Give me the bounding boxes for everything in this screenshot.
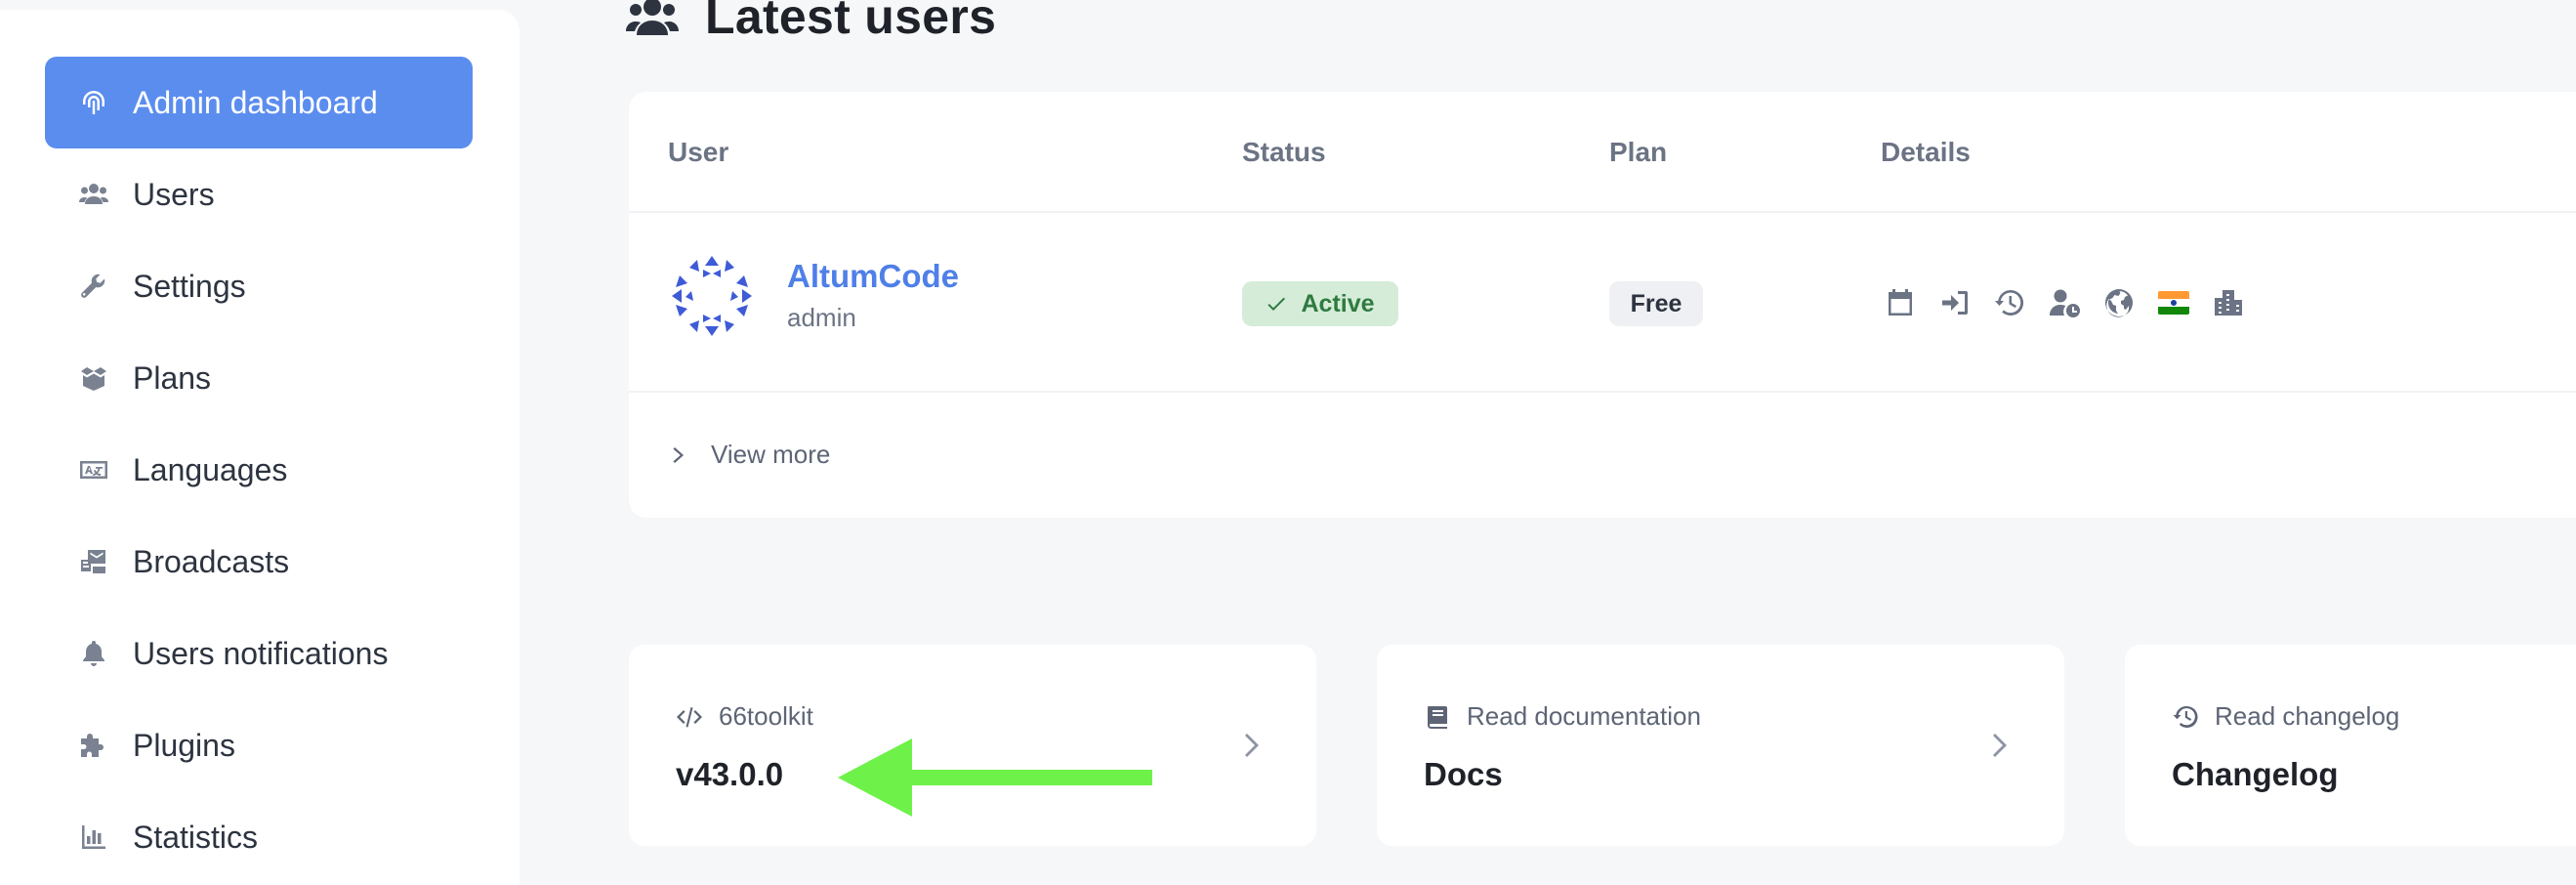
status-badge-label: Active (1301, 289, 1375, 317)
chart-icon (76, 820, 111, 855)
sidebar: Admin dashboard Users Settings Plans Lan… (0, 10, 519, 885)
language-icon (76, 452, 111, 487)
changelog-value: Changelog (2172, 756, 2339, 792)
broadcast-icon (76, 544, 111, 579)
user-name-link[interactable]: AltumCode (787, 258, 959, 295)
book-icon (1428, 705, 1447, 729)
row-divider (629, 391, 2576, 393)
history-icon[interactable] (1990, 283, 2029, 322)
fingerprint-icon (76, 85, 111, 120)
user-clock-icon[interactable] (2045, 283, 2084, 322)
sidebar-item-broadcasts[interactable]: Broadcasts (45, 516, 473, 608)
check-icon (1267, 297, 1286, 311)
documentation-value: Docs (1424, 756, 1503, 792)
chevron-right-icon (1992, 731, 2010, 760)
chevron-right-icon (673, 446, 684, 463)
sidebar-item-plugins[interactable]: Plugins (45, 699, 473, 791)
sidebar-item-label: Plugins (133, 727, 235, 763)
sidebar-item-label: Admin dashboard (133, 84, 378, 120)
sidebar-item-users-notifications[interactable]: Users notifications (45, 608, 473, 699)
sidebar-item-settings[interactable]: Settings (45, 240, 473, 332)
users-icon (626, 0, 679, 35)
sidebar-item-label: Languages (133, 451, 288, 487)
documentation-label: Read documentation (1467, 701, 1701, 731)
sidebar-item-label: Plans (133, 359, 212, 396)
sign-in-icon[interactable] (1935, 283, 1974, 322)
version-product-name: 66toolkit (719, 701, 813, 731)
user-details (1881, 281, 2264, 324)
sidebar-item-label: Statistics (133, 819, 259, 855)
page-header: Latest users (625, 0, 996, 51)
version-number: v43.0.0 (676, 756, 784, 792)
sidebar-item-admin-dashboard[interactable]: Admin dashboard (45, 57, 473, 148)
sidebar-item-label: Settings (133, 268, 246, 304)
column-header-details: Details (1881, 137, 1971, 167)
version-card-label: 66toolkit (676, 701, 813, 732)
view-more-link[interactable]: View more (670, 440, 830, 470)
user-role: admin (787, 303, 856, 332)
sidebar-nav: Admin dashboard Users Settings Plans Lan… (45, 57, 473, 883)
documentation-card-label: Read documentation (1424, 701, 1701, 732)
bell-icon (76, 636, 111, 671)
calendar-icon[interactable] (1881, 283, 1920, 322)
sidebar-item-users[interactable]: Users (45, 148, 473, 240)
changelog-card-label: Read changelog (2172, 701, 2399, 732)
sidebar-item-label: Users (133, 176, 215, 212)
status-badge: Active (1242, 281, 1398, 326)
india-flag-icon[interactable] (2154, 283, 2193, 322)
documentation-card[interactable]: Read documentation Docs (1377, 645, 2064, 846)
annotation-arrow (838, 738, 1152, 817)
sidebar-item-label: Broadcasts (133, 543, 290, 579)
column-header-plan: Plan (1609, 137, 1668, 167)
row-divider (629, 211, 2576, 213)
wrench-icon (76, 269, 111, 304)
latest-users-table: User Status Plan Details AltumCode admin… (629, 92, 2576, 518)
column-header-user: User (668, 137, 729, 167)
page-title: Latest users (705, 0, 997, 44)
sidebar-item-languages[interactable]: Languages (45, 424, 473, 516)
city-icon[interactable] (2209, 283, 2248, 322)
sidebar-item-plans[interactable]: Plans (45, 332, 473, 424)
changelog-card[interactable]: Read changelog Changelog (2125, 645, 2576, 846)
puzzle-icon (76, 728, 111, 763)
users-icon (76, 177, 111, 212)
chevron-right-icon (1244, 731, 1262, 760)
sidebar-item-label: Users notifications (133, 635, 389, 671)
column-header-status: Status (1242, 137, 1326, 167)
india-flag (2158, 291, 2189, 315)
code-icon (677, 706, 702, 727)
sidebar-item-statistics[interactable]: Statistics (45, 791, 473, 883)
history-icon (2173, 705, 2198, 728)
view-more-label: View more (711, 440, 831, 469)
globe-icon[interactable] (2099, 283, 2139, 322)
avatar[interactable] (668, 252, 756, 340)
changelog-label: Read changelog (2215, 701, 2400, 731)
plan-badge: Free (1609, 281, 1703, 326)
box-icon (76, 360, 111, 396)
